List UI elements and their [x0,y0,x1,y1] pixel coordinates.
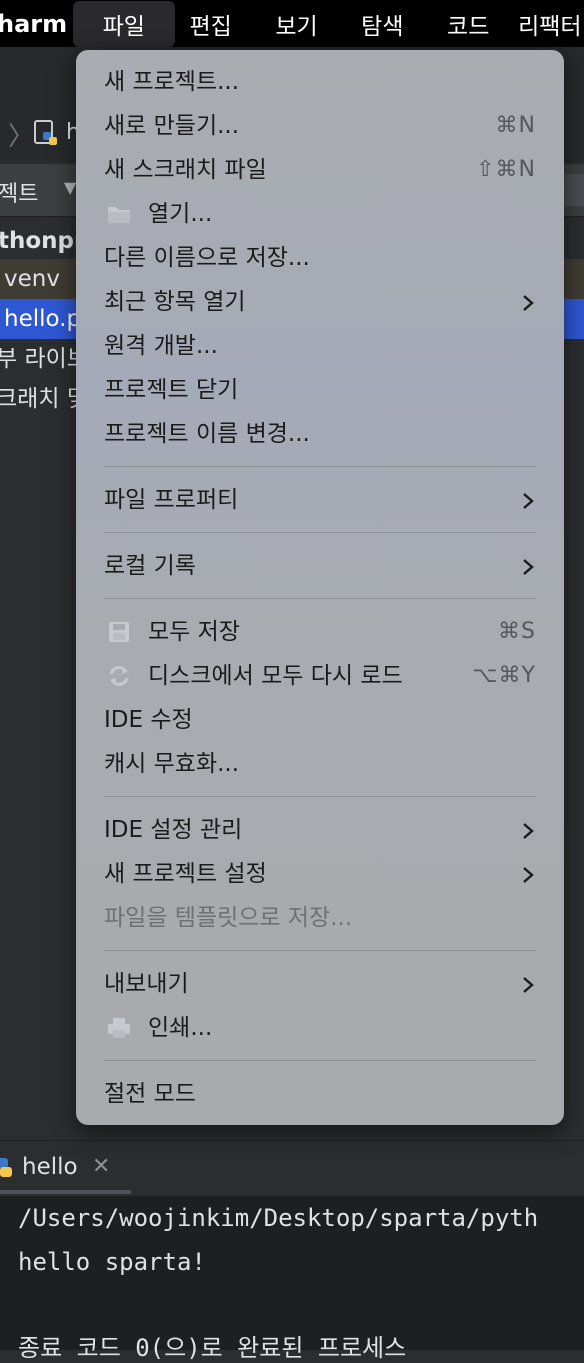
menu-separator [104,598,536,599]
folder-icon [108,207,130,223]
menu-item-save-as-template: 파일을 템플릿으로 저장... [104,905,353,931]
file-menu-dropdown: 새 프로젝트... 새로 만들기... ⌘N 새 스크래치 파일 ⇧⌘N 열기.… [76,50,564,1125]
menu-item-local-history[interactable]: 로컬 기록 [76,544,564,588]
console-line: /Users/woojinkim/Desktop/sparta/pyth [18,1204,539,1232]
breadcrumb-chevron-icon: 〉 [8,122,35,152]
app-menu-pycharm[interactable]: harm [0,10,73,38]
menu-item-rename-project[interactable]: 프로젝트 이름 변경... [76,412,564,456]
chevron-right-icon [522,544,534,588]
chevron-down-icon[interactable]: ▼ [64,178,76,197]
menu-separator [104,466,536,467]
menu-file[interactable]: 파일 [72,1,175,47]
menu-item-invalidate-caches[interactable]: 캐시 무효화... [76,742,564,786]
project-view-selector[interactable]: 젝트 [0,176,38,208]
chevron-right-icon [522,280,534,324]
menu-item-save-all[interactable]: 모두 저장 ⌘S [76,610,564,654]
shortcut-label: ⇧⌘N [476,157,536,182]
menu-item-file-properties[interactable]: 파일 프로퍼티 [76,478,564,522]
toolbar-action[interactable] [564,174,584,206]
menu-item-print[interactable]: 인쇄... [76,1006,564,1050]
menu-item-new-project-setup[interactable]: 새 프로젝트 설정 [76,852,564,896]
mac-menu-bar: harm 파일 편집 보기 탐색 코드 리팩터 [0,0,584,47]
menu-navigate[interactable]: 탐색 [346,0,418,47]
run-tab-indicator [0,1190,131,1194]
menu-separator [104,532,536,533]
run-tab-hello[interactable]: hello [22,1154,78,1180]
menu-item-new[interactable]: 새로 만들기... ⌘N [76,104,564,148]
save-icon [109,622,129,642]
shortcut-label: ⌘N [495,113,536,138]
menu-item-manage-ide-settings[interactable]: IDE 설정 관리 [76,808,564,852]
menu-item-open-recent[interactable]: 최근 항목 열기 [76,280,564,324]
menu-edit[interactable]: 편집 [175,0,247,47]
menu-item-repair-ide[interactable]: IDE 수정 [76,698,564,742]
close-icon[interactable]: ✕ [92,1154,110,1179]
chevron-right-icon [522,852,534,896]
chevron-right-icon [522,808,534,852]
menu-item-power-save-mode[interactable]: 절전 모드 [76,1072,564,1116]
python-run-icon [0,1158,12,1177]
python-file-icon [34,120,57,145]
run-tool-tabs [0,1140,584,1197]
menu-item-close-project[interactable]: 프로젝트 닫기 [76,368,564,412]
menu-item-reload-all-from-disk[interactable]: 디스크에서 모두 다시 로드 ⌥⌘Y [76,654,564,698]
printer-icon [108,1018,130,1038]
chevron-right-icon [522,962,534,1006]
menu-separator [104,1060,536,1061]
menu-item-new-scratch-file[interactable]: 새 스크래치 파일 ⇧⌘N [76,148,564,192]
menu-separator [104,950,536,951]
run-console[interactable]: /Users/woojinkim/Desktop/sparta/pyth hel… [0,1196,584,1362]
chevron-right-icon [522,478,534,522]
menu-item-new-project[interactable]: 새 프로젝트... [76,60,564,104]
menu-separator [104,796,536,797]
menu-item-remote-development[interactable]: 원격 개발... [76,324,564,368]
menu-view[interactable]: 보기 [247,0,347,47]
shortcut-label: ⌘S [498,619,536,644]
menu-item-export[interactable]: 내보내기 [76,962,564,1006]
menu-refactor[interactable]: 리팩터 [518,0,584,47]
menu-item-save-as[interactable]: 다른 이름으로 저장... [76,236,564,280]
refresh-icon [109,666,129,686]
console-line: 종료 코드 0(으)로 완료된 프로세스 [18,1334,407,1362]
menu-code[interactable]: 코드 [418,0,518,47]
menu-item-open[interactable]: 열기... [76,192,564,236]
shortcut-label: ⌥⌘Y [472,663,536,688]
console-line: hello sparta! [18,1248,206,1276]
